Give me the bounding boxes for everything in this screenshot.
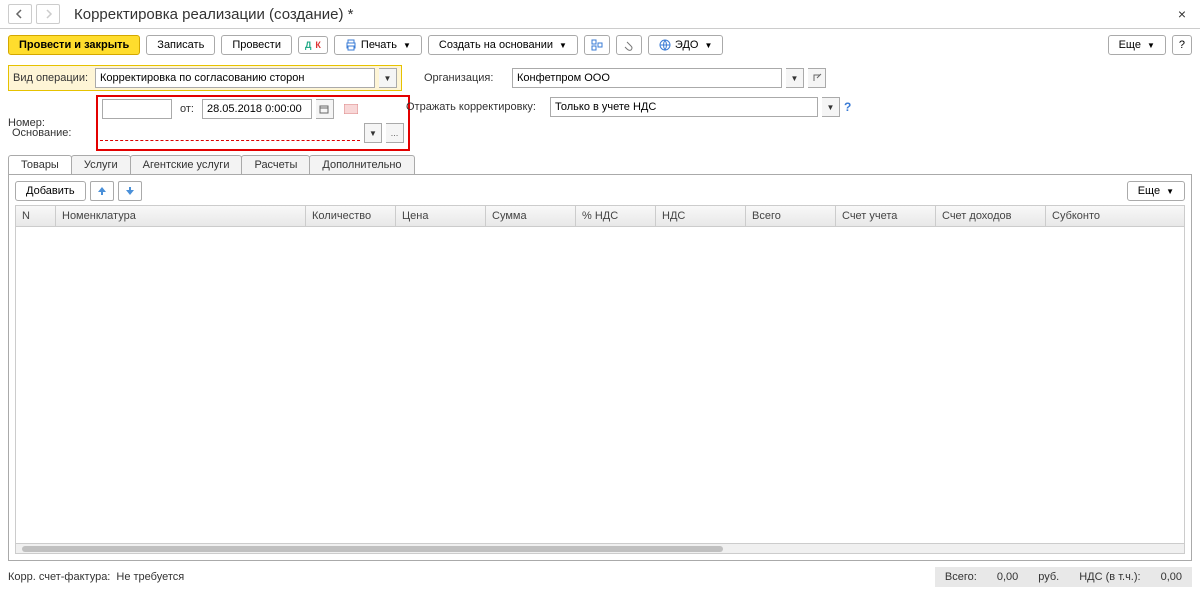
tab-content: Добавить Еще ▼ N Номенклатура Количество… bbox=[8, 174, 1192, 561]
op-type-field[interactable] bbox=[95, 68, 375, 88]
footer: Корр. счет-фактура: Не требуется Всего: … bbox=[0, 561, 1200, 593]
data-grid: N Номенклатура Количество Цена Сумма % Н… bbox=[15, 205, 1185, 554]
tabs: Товары Услуги Агентские услуги Расчеты Д… bbox=[0, 155, 1200, 174]
print-label: Печать bbox=[361, 39, 397, 51]
grid-header: N Номенклатура Количество Цена Сумма % Н… bbox=[16, 206, 1184, 227]
totals-bar: Всего: 0,00 руб. НДС (в т.ч.): 0,00 bbox=[935, 567, 1192, 587]
op-type-dropdown[interactable]: ▼ bbox=[379, 68, 397, 88]
print-button[interactable]: Печать ▼ bbox=[334, 35, 422, 55]
horizontal-scrollbar[interactable] bbox=[16, 543, 1184, 553]
org-open-button[interactable] bbox=[808, 68, 826, 88]
post-button[interactable]: Провести bbox=[221, 35, 292, 55]
window-header: Корректировка реализации (создание) * × bbox=[0, 0, 1200, 29]
structure-button[interactable] bbox=[584, 35, 610, 55]
from-label: от: bbox=[180, 103, 194, 115]
help-icon[interactable]: ? bbox=[844, 100, 851, 114]
printer-icon bbox=[345, 39, 357, 51]
chevron-down-icon: ▼ bbox=[1166, 187, 1174, 196]
move-down-button[interactable] bbox=[118, 181, 142, 201]
tab-goods[interactable]: Товары bbox=[8, 155, 72, 174]
vat-incl-value: 0,00 bbox=[1161, 571, 1182, 583]
col-total[interactable]: Всего bbox=[746, 206, 836, 226]
col-vat[interactable]: НДС bbox=[656, 206, 746, 226]
currency-label: руб. bbox=[1038, 571, 1059, 583]
col-vat-pct[interactable]: % НДС bbox=[576, 206, 656, 226]
op-type-label: Вид операции: bbox=[13, 72, 91, 84]
edo-label: ЭДО bbox=[675, 39, 699, 51]
col-n[interactable]: N bbox=[16, 206, 56, 226]
edo-button[interactable]: ЭДО ▼ bbox=[648, 35, 723, 55]
attach-button[interactable] bbox=[616, 35, 642, 55]
tab-calc[interactable]: Расчеты bbox=[241, 155, 310, 174]
col-nomenclature[interactable]: Номенклатура bbox=[56, 206, 306, 226]
vat-incl-label: НДС (в т.ч.): bbox=[1079, 571, 1140, 583]
basis-label: Основание: bbox=[12, 127, 96, 139]
col-income-acc[interactable]: Счет доходов bbox=[936, 206, 1046, 226]
date-indicator-icon bbox=[342, 100, 360, 118]
tab-services[interactable]: Услуги bbox=[71, 155, 131, 174]
date-field[interactable] bbox=[202, 99, 312, 119]
corr-invoice-label: Корр. счет-фактура: bbox=[8, 571, 110, 583]
reflect-field[interactable] bbox=[550, 97, 818, 117]
highlight-box: от: Основание: ▼ … bbox=[96, 95, 410, 151]
chevron-down-icon: ▼ bbox=[403, 41, 411, 50]
col-sum[interactable]: Сумма bbox=[486, 206, 576, 226]
chevron-down-icon: ▼ bbox=[704, 41, 712, 50]
globe-icon bbox=[659, 39, 671, 51]
forward-button[interactable] bbox=[36, 4, 60, 24]
grid-more-button[interactable]: Еще ▼ bbox=[1127, 181, 1185, 201]
basis-dropdown[interactable]: ▼ bbox=[364, 123, 382, 143]
tab-agent-services[interactable]: Агентские услуги bbox=[130, 155, 243, 174]
calendar-icon bbox=[319, 104, 329, 114]
back-button[interactable] bbox=[8, 4, 32, 24]
save-button[interactable]: Записать bbox=[146, 35, 215, 55]
debit-credit-button[interactable]: ДК bbox=[298, 36, 328, 54]
org-field[interactable] bbox=[512, 68, 782, 88]
window-title: Корректировка реализации (создание) * bbox=[74, 6, 1172, 23]
chevron-down-icon: ▼ bbox=[1147, 41, 1155, 50]
reflect-label: Отражать корректировку: bbox=[406, 101, 546, 113]
col-price[interactable]: Цена bbox=[396, 206, 486, 226]
calendar-button[interactable] bbox=[316, 99, 334, 119]
basis-select-button[interactable]: … bbox=[386, 123, 404, 143]
org-label: Организация: bbox=[424, 72, 504, 84]
create-based-label: Создать на основании bbox=[439, 39, 553, 51]
help-button[interactable]: ? bbox=[1172, 35, 1192, 55]
more-label: Еще bbox=[1119, 39, 1141, 51]
corr-invoice-value: Не требуется bbox=[116, 571, 184, 583]
structure-icon bbox=[591, 39, 603, 51]
col-account[interactable]: Счет учета bbox=[836, 206, 936, 226]
more-button[interactable]: Еще ▼ bbox=[1108, 35, 1166, 55]
grid-body[interactable] bbox=[16, 227, 1184, 543]
grid-more-label: Еще bbox=[1138, 185, 1160, 197]
col-subconto[interactable]: Субконто bbox=[1046, 206, 1184, 226]
main-toolbar: Провести и закрыть Записать Провести ДК … bbox=[0, 29, 1200, 61]
reflect-dropdown[interactable]: ▼ bbox=[822, 97, 840, 117]
number-field[interactable] bbox=[102, 99, 172, 119]
add-row-button[interactable]: Добавить bbox=[15, 181, 86, 201]
paperclip-icon bbox=[623, 39, 635, 51]
chevron-down-icon: ▼ bbox=[559, 41, 567, 50]
arrow-up-icon bbox=[97, 186, 107, 196]
scrollbar-thumb[interactable] bbox=[22, 546, 723, 552]
basis-field[interactable] bbox=[100, 125, 360, 141]
post-and-close-button[interactable]: Провести и закрыть bbox=[8, 35, 140, 55]
form-area: Вид операции: ▼ Организация: ▼ Номер: от… bbox=[0, 65, 1200, 151]
total-value: 0,00 bbox=[997, 571, 1018, 583]
grid-toolbar: Добавить Еще ▼ bbox=[15, 181, 1185, 201]
move-up-button[interactable] bbox=[90, 181, 114, 201]
col-qty[interactable]: Количество bbox=[306, 206, 396, 226]
org-dropdown[interactable]: ▼ bbox=[786, 68, 804, 88]
arrow-down-icon bbox=[125, 186, 135, 196]
tab-additional[interactable]: Дополнительно bbox=[309, 155, 414, 174]
total-label: Всего: bbox=[945, 571, 977, 583]
close-button[interactable]: × bbox=[1172, 6, 1192, 22]
create-based-button[interactable]: Создать на основании ▼ bbox=[428, 35, 578, 55]
